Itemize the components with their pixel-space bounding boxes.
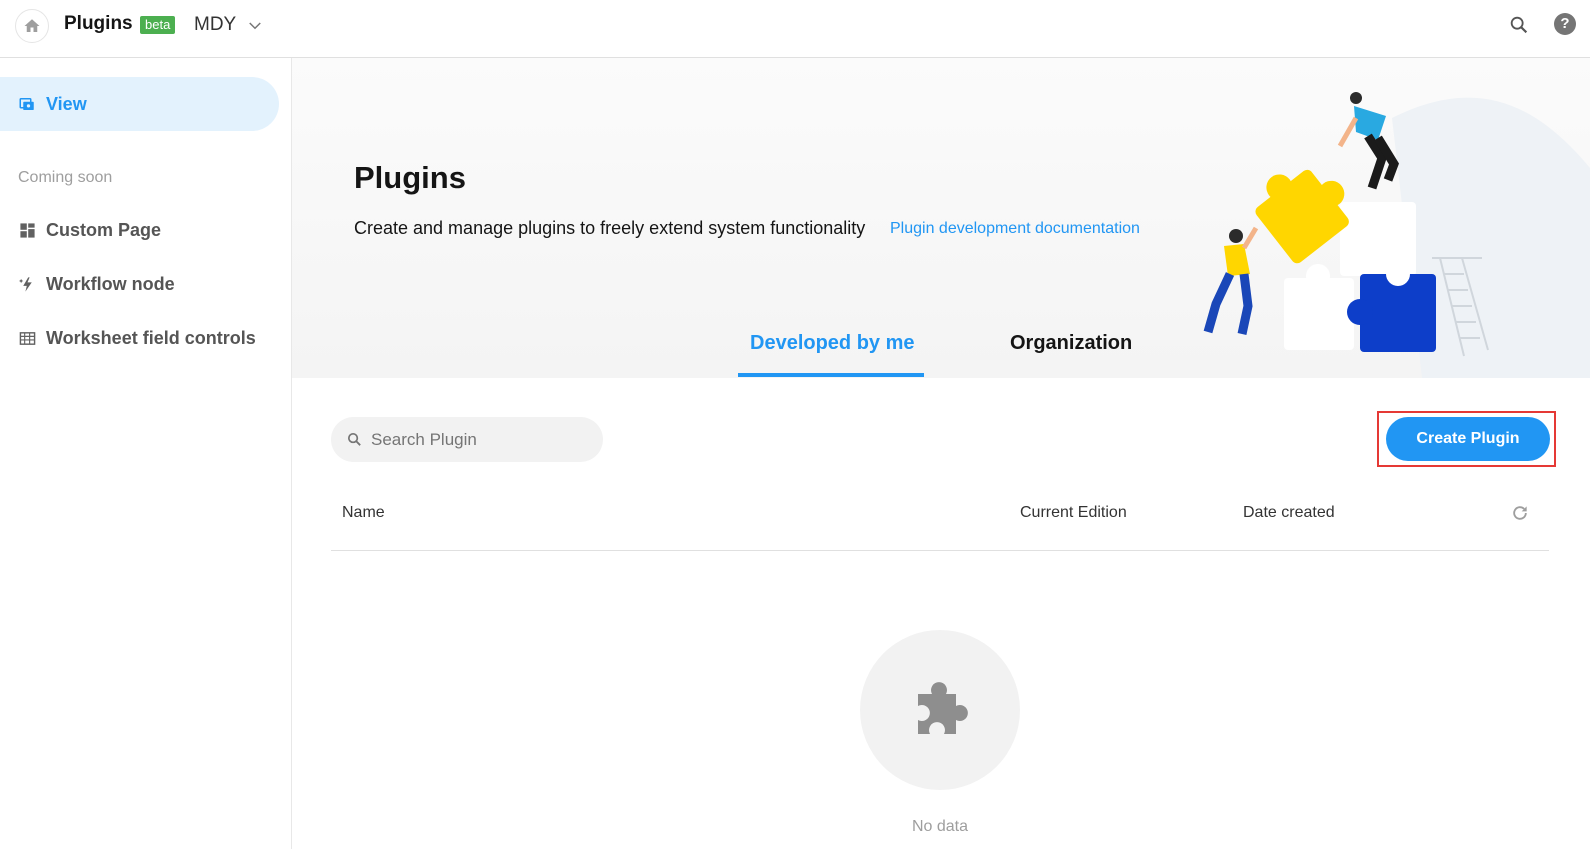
beta-badge: beta [140,16,176,34]
magic-icon [18,275,36,293]
puzzle-icon [918,682,968,734]
column-header-date-created[interactable]: Date created [1243,504,1335,522]
page-title: Plugins [354,160,466,195]
banner: Plugins Create and manage plugins to fre… [292,58,1590,378]
sidebar-item-label: Workflow node [46,273,175,294]
sidebar-item-label: Worksheet field controls [46,327,256,348]
top-bar: Plugins beta MDY ? [0,0,1590,58]
chevron-down-icon[interactable] [246,17,264,35]
home-button[interactable] [15,9,49,43]
sidebar-item-worksheet-field-controls[interactable]: Worksheet field controls [0,318,292,358]
table-icon [18,329,36,347]
documentation-link[interactable]: Plugin development documentation [890,220,1140,238]
tab-organization[interactable]: Organization [1010,332,1132,355]
sidebar-item-custom-page[interactable]: Custom Page [0,210,292,250]
table-header-divider [331,550,1549,551]
org-selector[interactable]: MDY [194,14,236,36]
column-header-current-edition: Current Edition [1020,504,1127,521]
sidebar-item-view[interactable]: View [0,77,279,131]
search-plugin-field[interactable] [331,417,603,462]
sidebar-item-label: View [46,93,87,114]
empty-state-text: No data [911,818,969,835]
search-plugin-input[interactable] [371,429,591,450]
empty-state-illustration [860,630,1020,790]
refresh-icon[interactable] [1510,503,1530,523]
help-icon[interactable]: ? [1554,13,1576,35]
sidebar: View Coming soon Custom Page Workflow no… [0,58,292,849]
home-icon [24,19,40,32]
search-icon[interactable] [1508,14,1530,36]
column-header-name: Name [342,504,385,521]
app-title: Plugins [64,13,133,34]
create-plugin-button[interactable]: Create Plugin [1386,417,1550,461]
sidebar-item-workflow-node[interactable]: Workflow node [0,264,292,304]
search-icon [347,432,361,446]
sidebar-item-label: Custom Page [46,219,162,240]
view-icon [18,95,36,113]
page-description: Create and manage plugins to freely exte… [354,218,866,238]
dashboard-icon [18,221,36,239]
active-tab-indicator [738,373,924,377]
tab-developed-by-me[interactable]: Developed by me [750,332,915,355]
section-label: Coming soon [18,169,113,186]
puzzle-illustration [1203,92,1590,378]
